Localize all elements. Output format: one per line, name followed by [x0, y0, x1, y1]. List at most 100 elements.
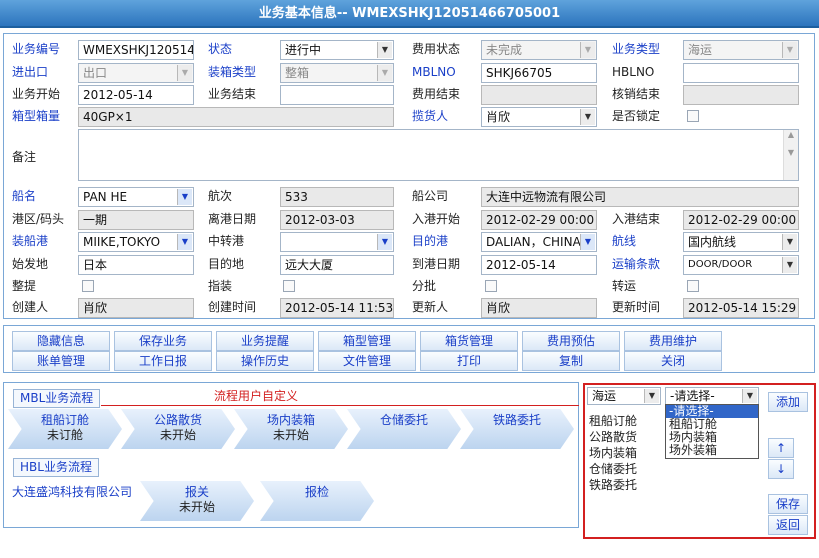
- hbl-workflow-tab[interactable]: HBL业务流程: [13, 458, 99, 477]
- destination-field[interactable]: 远大大厦: [280, 255, 394, 275]
- flow-step[interactable]: 场内装箱 未开始: [234, 409, 348, 449]
- label-updated-time: 更新时间: [612, 300, 661, 314]
- status-select[interactable]: 进行中 ▼: [280, 40, 394, 60]
- file-management-button[interactable]: 文件管理: [318, 351, 416, 371]
- mbl-workflow-tab[interactable]: MBL业务流程: [13, 389, 101, 408]
- list-item[interactable]: 公路散货: [589, 429, 661, 445]
- import-export-select[interactable]: 出口 ▼: [78, 63, 194, 83]
- company-name[interactable]: 大连盛鸿科技有限公司: [12, 483, 132, 501]
- business-reminder-button[interactable]: 业务提醒: [216, 331, 314, 351]
- container-type-field[interactable]: 40GP×1: [78, 107, 394, 127]
- label-origin: 始发地: [12, 257, 49, 271]
- chevron-down-icon: ▼: [377, 234, 392, 250]
- add-button[interactable]: 添加: [768, 392, 808, 412]
- list-item[interactable]: 租船订舱: [589, 413, 661, 429]
- flow-step[interactable]: 铁路委托: [460, 409, 574, 449]
- flow-step[interactable]: 报关 未开始: [140, 481, 254, 521]
- route-select[interactable]: 国内航线 ▼: [683, 232, 799, 252]
- label-business-start: 业务开始: [12, 87, 61, 101]
- label-departure-date: 离港日期: [208, 212, 257, 226]
- label-created-time: 创建时间: [208, 300, 257, 314]
- cargo-management-button[interactable]: 箱货管理: [420, 331, 518, 351]
- chevron-down-icon: ▼: [580, 109, 595, 125]
- hide-info-button[interactable]: 隐藏信息: [12, 331, 110, 351]
- save-business-button[interactable]: 保存业务: [114, 331, 212, 351]
- fee-estimate-button[interactable]: 费用预估: [522, 331, 620, 351]
- transit-port-select[interactable]: ▼: [280, 232, 394, 252]
- list-item[interactable]: 场内装箱: [589, 445, 661, 461]
- mblno-field[interactable]: SHKJ66705: [481, 63, 597, 83]
- chevron-down-icon: ▼: [782, 257, 797, 273]
- partial-checkbox[interactable]: [485, 280, 497, 292]
- updated-time-field: 2012-05-14 15:29: [683, 298, 799, 318]
- flow-step-dropdown[interactable]: -请选择- 租船订舱 场内装箱 场外装箱: [665, 404, 759, 459]
- label-assigned-packing: 指装: [208, 279, 233, 293]
- whole-pickup-checkbox[interactable]: [82, 280, 94, 292]
- vessel-select[interactable]: PAN HE ▼: [78, 187, 194, 207]
- window-title: 业务基本信息-- WMEXSHKJ12051466705001: [0, 0, 819, 28]
- label-locked: 是否锁定: [612, 109, 661, 123]
- remark-textarea[interactable]: ▲ ▼: [78, 129, 799, 181]
- print-button[interactable]: 打印: [420, 351, 518, 371]
- scrollbar[interactable]: ▲ ▼: [783, 130, 798, 180]
- label-vessel: 船名: [12, 189, 37, 203]
- label-mblno: MBLNO: [412, 65, 456, 79]
- arrival-date-field[interactable]: 2012-05-14: [481, 255, 597, 275]
- container-type-button[interactable]: 箱型管理: [318, 331, 416, 351]
- origin-field[interactable]: 日本: [78, 255, 194, 275]
- list-item[interactable]: 铁路委托: [589, 477, 661, 493]
- flow-type-select[interactable]: 海运 ▼: [587, 387, 661, 405]
- label-transit-port: 中转港: [208, 234, 245, 248]
- hblno-field[interactable]: [683, 63, 799, 83]
- save-button[interactable]: 保存: [768, 494, 808, 514]
- departure-date-field: 2012-03-03: [280, 210, 394, 230]
- entry-start-field: 2012-02-29 00:00: [481, 210, 597, 230]
- label-destination-port: 目的港: [412, 234, 449, 248]
- custom-flow-label: 流程用户自定义: [214, 389, 299, 403]
- label-transship: 转运: [612, 279, 637, 293]
- chevron-down-icon: ▼: [177, 189, 192, 205]
- packing-type-select[interactable]: 整箱 ▼: [280, 63, 394, 83]
- assigned-packing-checkbox[interactable]: [283, 280, 295, 292]
- terminal-field: 一期: [78, 210, 194, 230]
- list-item[interactable]: 仓储委托: [589, 461, 661, 477]
- operation-history-button[interactable]: 操作历史: [216, 351, 314, 371]
- business-end-field[interactable]: [280, 85, 394, 105]
- loading-port-select[interactable]: MIIKE,TOKYO ▼: [78, 232, 194, 252]
- label-route: 航线: [612, 234, 637, 248]
- business-start-field[interactable]: 2012-05-14: [78, 85, 194, 105]
- locked-checkbox[interactable]: [687, 110, 699, 122]
- chevron-down-icon: ▼: [580, 234, 595, 250]
- close-button[interactable]: 关闭: [624, 351, 722, 371]
- transport-terms-select[interactable]: DOOR/DOOR ▼: [683, 255, 799, 275]
- label-updater: 更新人: [412, 300, 449, 314]
- label-business-type: 业务类型: [612, 42, 661, 56]
- back-button[interactable]: 返回: [768, 515, 808, 535]
- flow-step-select[interactable]: -请选择- ▼: [665, 387, 759, 405]
- flow-step[interactable]: 报检: [260, 481, 374, 521]
- bill-management-button[interactable]: 账单管理: [12, 351, 110, 371]
- business-type-select[interactable]: 海运 ▼: [683, 40, 799, 60]
- created-time-field: 2012-05-14 11:53: [280, 298, 394, 318]
- move-down-button[interactable]: ↓: [768, 459, 794, 479]
- dropdown-option[interactable]: 场外装箱: [666, 444, 758, 457]
- fee-status-select[interactable]: 未完成 ▼: [481, 40, 597, 60]
- destination-port-select[interactable]: DALIAN，CHINA ▼: [481, 232, 597, 252]
- move-up-button[interactable]: ↑: [768, 438, 794, 458]
- flow-step[interactable]: 租船订舱 未订舱: [8, 409, 122, 449]
- selected-steps-list[interactable]: 租船订舱 公路散货 场内装箱 仓储委托 铁路委托: [589, 413, 661, 493]
- flow-step[interactable]: 公路散货 未开始: [121, 409, 235, 449]
- label-status: 状态: [208, 42, 233, 56]
- writeoff-end-field: [683, 85, 799, 105]
- transship-checkbox[interactable]: [687, 280, 699, 292]
- label-carrier: 船公司: [412, 189, 449, 203]
- label-loading-port: 装船港: [12, 234, 49, 248]
- label-remark: 备注: [12, 150, 37, 164]
- fee-maintenance-button[interactable]: 费用维护: [624, 331, 722, 351]
- copy-button[interactable]: 复制: [522, 351, 620, 371]
- daily-report-button[interactable]: 工作日报: [114, 351, 212, 371]
- flow-step[interactable]: 仓储委托: [347, 409, 461, 449]
- salesman-select[interactable]: 肖欣 ▼: [481, 107, 597, 127]
- label-business-no: 业务编号: [12, 42, 61, 56]
- business-no-field[interactable]: WMEXSHKJ12051466705001: [78, 40, 194, 60]
